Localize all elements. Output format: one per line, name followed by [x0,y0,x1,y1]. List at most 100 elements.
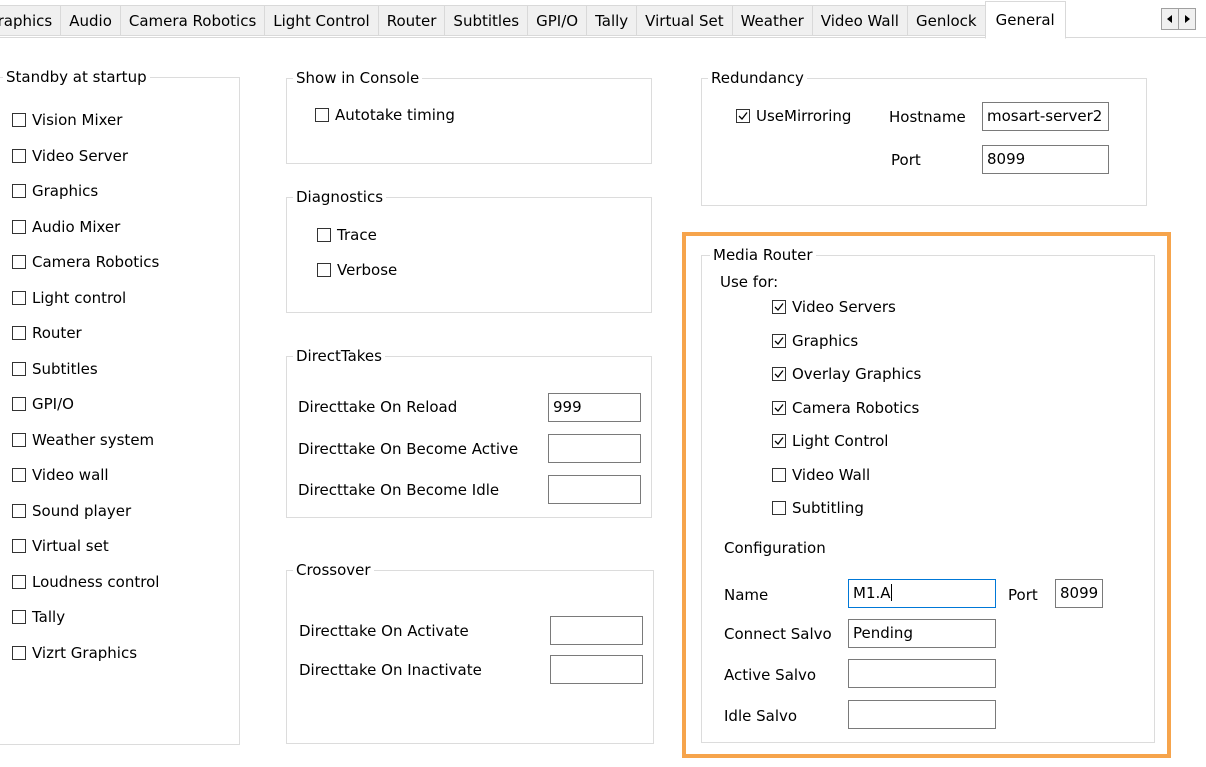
checkbox-box [772,467,786,482]
standby-item-label: Weather system [32,430,155,449]
use-for-overlay-graphics-checkbox[interactable]: Overlay Graphics [772,363,921,385]
connect-salvo-label: Connect Salvo [724,625,832,643]
standby-loudness-control-checkbox[interactable]: Loudness control [12,571,159,593]
standby-item-label: Vizrt Graphics [32,643,138,662]
tab-strip: GraphicsAudioCamera RoboticsLight Contro… [0,0,1206,44]
checkbox-box [317,263,331,277]
idle-salvo-input[interactable] [848,700,996,729]
standby-item-label: Camera Robotics [32,253,160,271]
media-router-title: Media Router [710,246,816,264]
standby-graphics-checkbox[interactable]: Graphics [12,180,98,202]
standby-item-label: Audio Mixer [32,217,121,236]
standby-item-label: Sound player [32,501,132,520]
checkbox-box [12,326,26,340]
checkbox-box [317,228,331,242]
checkbox-box [12,468,26,482]
tab-audio[interactable]: Audio [60,5,121,36]
use-for-video-wall-checkbox[interactable]: Video Wall [772,464,870,486]
tab-scroll-left-button[interactable] [1161,8,1179,30]
checkmark-icon [774,437,784,445]
checkmark-icon [774,370,784,378]
checkbox-box [12,645,26,660]
redundancy-group: Redundancy [701,69,1147,206]
checkbox-box [772,400,786,415]
use-for-video-servers-checkbox[interactable]: Video Servers [772,296,896,318]
checkbox-box [12,432,26,447]
use-mirroring-checkbox[interactable]: UseMirroring [736,105,851,127]
checkbox-box [12,539,26,553]
standby-video-wall-checkbox[interactable]: Video wall [12,464,109,486]
standby-video-server-checkbox[interactable]: Video Server [12,145,128,167]
arrow-left-icon [1167,15,1172,23]
directtake-on-become-active-label: Directtake On Become Active [298,440,519,458]
checkbox-box [12,290,26,305]
standby-item-label: Video Server [32,146,128,165]
use-for-camera-robotics-checkbox[interactable]: Camera Robotics [772,397,919,419]
tab-router[interactable]: Router [377,5,446,36]
use-for-label: Use for: [720,273,779,291]
checkbox-box [12,503,26,518]
directtake-on-become-idle-input[interactable] [548,475,641,504]
tab-weather[interactable]: Weather [731,5,813,36]
directtake-on-inactivate-input[interactable] [550,655,643,684]
checkbox-box [12,574,26,589]
standby-subtitles-checkbox[interactable]: Subtitles [12,358,98,380]
standby-router-checkbox[interactable]: Router [12,322,82,344]
tab-tally[interactable]: Tally [586,5,638,36]
standby-vizrt-graphics-checkbox[interactable]: Vizrt Graphics [12,642,137,664]
standby-weather-system-checkbox[interactable]: Weather system [12,429,154,451]
standby-sound-player-checkbox[interactable]: Sound player [12,500,131,522]
standby-vision-mixer-checkbox[interactable]: Vision Mixer [12,109,122,131]
use-for-label: Video Servers [792,298,896,316]
directtake-on-become-active-input[interactable] [548,434,641,463]
use-for-graphics-checkbox[interactable]: Graphics [772,330,858,352]
use-for-label: Overlay Graphics [792,365,922,383]
standby-light-control-checkbox[interactable]: Light control [12,287,126,309]
media-port-input[interactable]: 8099 [1055,579,1103,608]
checkbox-box [12,397,26,411]
use-for-subtitling-checkbox[interactable]: Subtitling [772,497,864,519]
show-in-console-title: Show in Console [293,69,423,87]
standby-tally-checkbox[interactable]: Tally [12,606,65,628]
checkmark-icon [738,112,748,120]
verbose-checkbox[interactable]: Verbose [317,259,397,281]
tab-genlock[interactable]: Genlock [906,5,986,36]
standby-camera-robotics-checkbox[interactable]: Camera Robotics [12,251,159,273]
tab-virtual-set[interactable]: Virtual Set [636,5,733,36]
standby-item-label: Light control [32,288,127,307]
tab-graphics[interactable]: Graphics [0,5,62,36]
checkbox-box [12,361,26,376]
media-port-label: Port [1008,586,1038,604]
tab-light-control[interactable]: Light Control [264,5,379,36]
tab-subtitles[interactable]: Subtitles [444,5,529,36]
hostname-input[interactable]: mosart-server2 [982,102,1109,131]
tab-video-wall[interactable]: Video Wall [811,5,908,36]
media-name-input[interactable]: M1.A [848,579,996,608]
directtake-on-become-idle-label: Directtake On Become Idle [298,481,500,499]
standby-group-title: Standby at startup [3,68,150,86]
autotake-timing-checkbox[interactable]: Autotake timing [315,104,455,126]
active-salvo-input[interactable] [848,659,996,688]
tab-general[interactable]: General [984,1,1066,39]
trace-checkbox[interactable]: Trace [317,224,377,246]
checkbox-box [315,108,329,122]
active-salvo-label: Active Salvo [724,666,817,684]
checkbox-box [12,610,26,624]
standby-gpi-o-checkbox[interactable]: GPI/O [12,393,74,415]
directtake-on-reload-input[interactable]: 999 [548,393,641,422]
use-mirroring-label: UseMirroring [756,107,852,125]
standby-item-label: GPI/O [32,395,74,413]
directtake-on-activate-input[interactable] [550,616,643,645]
standby-audio-mixer-checkbox[interactable]: Audio Mixer [12,216,120,238]
use-for-light-control-checkbox[interactable]: Light Control [772,430,888,452]
connect-salvo-input[interactable]: Pending [848,619,996,648]
standby-virtual-set-checkbox[interactable]: Virtual set [12,535,109,557]
tab-scroll-right-button[interactable] [1178,8,1196,30]
tab-gpi-o[interactable]: GPI/O [527,5,588,36]
redundancy-port-input[interactable]: 8099 [982,145,1109,174]
use-for-label: Camera Robotics [792,398,920,417]
use-for-label: Video Wall [792,465,871,484]
standby-item-label: Router [32,324,82,342]
tab-camera-robotics[interactable]: Camera Robotics [119,5,266,36]
standby-item-label: Graphics [32,182,99,200]
